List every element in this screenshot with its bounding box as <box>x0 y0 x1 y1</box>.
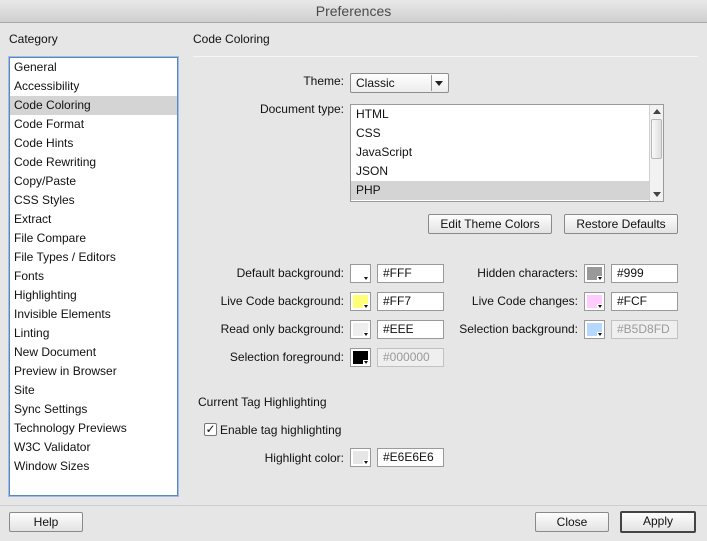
document-type-item[interactable]: HTML <box>351 105 649 124</box>
sidebar-item[interactable]: Invisible Elements <box>10 305 177 324</box>
sidebar-item[interactable]: Sync Settings <box>10 400 177 419</box>
sidebar-item[interactable]: Site <box>10 381 177 400</box>
color-label: Selection foreground: <box>229 350 344 364</box>
category-label: Category <box>9 32 58 46</box>
sidebar-item[interactable]: Linting <box>10 324 177 343</box>
color-hex-field[interactable]: #999 <box>611 264 678 283</box>
sidebar-item[interactable]: W3C Validator <box>10 438 177 457</box>
enable-tag-highlighting-checkbox[interactable]: ✓ <box>204 423 217 436</box>
color-label: Default background: <box>236 266 344 280</box>
theme-label: Theme: <box>303 74 344 88</box>
color-swatch[interactable] <box>350 292 371 311</box>
color-hex-field[interactable]: #FFF <box>377 264 444 283</box>
swatch-dropdown-icon <box>597 332 603 337</box>
color-label: Selection background: <box>459 322 578 336</box>
color-hex-field: #B5D8FD <box>611 320 678 339</box>
color-label: Live Code background: <box>220 294 344 308</box>
footer-divider <box>0 505 707 506</box>
color-hex-field[interactable]: #EEE <box>377 320 444 339</box>
sidebar-item[interactable]: Copy/Paste <box>10 172 177 191</box>
sidebar-item[interactable]: Code Format <box>10 115 177 134</box>
swatch-dropdown-icon <box>363 276 369 281</box>
swatch-dropdown-icon <box>363 360 369 365</box>
document-type-item[interactable]: PHP <box>351 181 649 200</box>
swatch-dropdown-icon <box>597 304 603 309</box>
chevron-down-icon <box>435 81 443 86</box>
color-label: Hidden characters: <box>477 266 578 280</box>
edit-theme-colors-button[interactable]: Edit Theme Colors <box>428 214 552 234</box>
sidebar-item[interactable]: File Compare <box>10 229 177 248</box>
sidebar-item[interactable]: CSS Styles <box>10 191 177 210</box>
color-swatch[interactable] <box>584 320 605 339</box>
sidebar-item[interactable]: Highlighting <box>10 286 177 305</box>
enable-tag-highlighting-label[interactable]: Enable tag highlighting <box>220 423 341 437</box>
highlight-color-swatch[interactable] <box>350 448 371 467</box>
close-button[interactable]: Close <box>535 512 609 532</box>
highlight-color-field[interactable]: #E6E6E6 <box>377 448 444 467</box>
restore-defaults-button[interactable]: Restore Defaults <box>564 214 678 234</box>
sidebar-item[interactable]: Window Sizes <box>10 457 177 476</box>
color-hex-field[interactable]: #FCF <box>611 292 678 311</box>
color-swatch[interactable] <box>584 264 605 283</box>
swatch-dropdown-icon <box>363 332 369 337</box>
category-list[interactable]: General Accessibility Code Coloring Code Fo… <box>9 57 178 496</box>
color-label: Read only background: <box>220 322 344 336</box>
color-swatch[interactable] <box>584 292 605 311</box>
scroll-down-icon[interactable] <box>653 192 661 197</box>
sidebar-item[interactable]: Extract <box>10 210 177 229</box>
highlight-color-label: Highlight color: <box>264 451 344 465</box>
color-swatch[interactable] <box>350 348 371 367</box>
theme-select[interactable]: Classic <box>350 73 449 93</box>
sidebar-item[interactable]: Code Hints <box>10 134 177 153</box>
sidebar-item[interactable]: Technology Previews <box>10 419 177 438</box>
color-swatch[interactable] <box>350 264 371 283</box>
color-hex-field[interactable]: #FF7 <box>377 292 444 311</box>
scroll-up-icon[interactable] <box>653 109 661 114</box>
page-title: Code Coloring <box>193 32 270 46</box>
scroll-thumb[interactable] <box>651 119 662 159</box>
document-type-list[interactable]: PHP JSON JavaScript CSS HTML <box>350 104 664 202</box>
document-type-item[interactable]: JSON <box>351 162 649 181</box>
sidebar-item[interactable]: Accessibility <box>10 77 177 96</box>
sidebar-item[interactable]: Fonts <box>10 267 177 286</box>
swatch-dropdown-icon <box>597 276 603 281</box>
doclist-scrollbar[interactable] <box>649 105 663 201</box>
swatch-dropdown-icon <box>363 304 369 309</box>
sidebar-item[interactable]: Code Coloring <box>10 96 177 115</box>
sidebar-item[interactable]: Preview in Browser <box>10 362 177 381</box>
color-hex-field: #000000 <box>377 348 444 367</box>
title-divider <box>193 56 698 57</box>
theme-select-value: Classic <box>356 76 395 90</box>
color-label: Live Code changes: <box>471 294 578 308</box>
document-type-item[interactable]: JavaScript <box>351 143 649 162</box>
sidebar-item[interactable]: General <box>10 58 177 77</box>
select-separator <box>431 75 432 91</box>
document-type-label: Document type: <box>259 102 344 116</box>
tag-highlighting-title: Current Tag Highlighting <box>198 395 327 409</box>
color-swatch[interactable] <box>350 320 371 339</box>
swatch-dropdown-icon <box>363 460 369 465</box>
sidebar-item[interactable]: Code Rewriting <box>10 153 177 172</box>
document-type-item[interactable]: CSS <box>351 124 649 143</box>
help-button[interactable]: Help <box>9 512 83 532</box>
apply-button[interactable]: Apply <box>620 511 696 533</box>
sidebar-item[interactable]: New Document <box>10 343 177 362</box>
window-title: Preferences <box>0 0 707 23</box>
sidebar-item[interactable]: File Types / Editors <box>10 248 177 267</box>
